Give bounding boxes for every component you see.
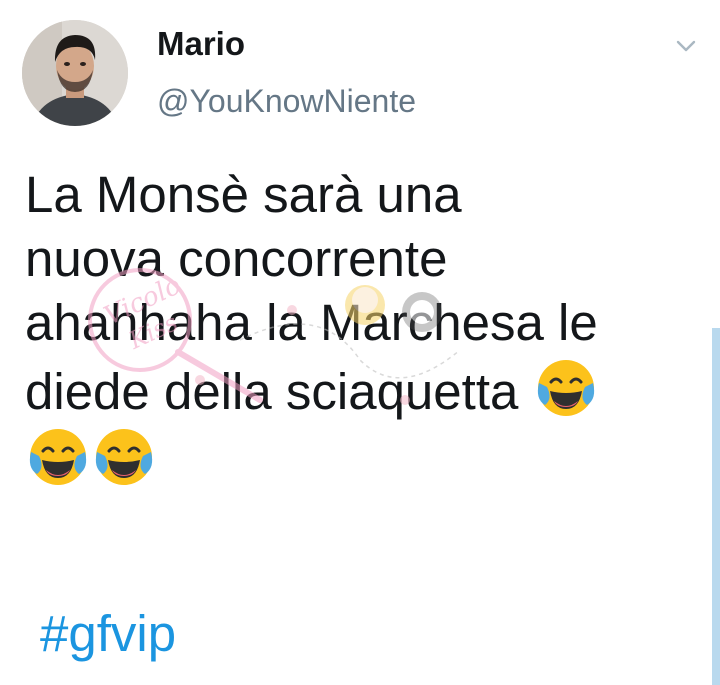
tweet-text: La Monsè sarà una nuova concorrente ahah…: [25, 163, 705, 493]
tweet-text-line: nuova concorrente: [25, 230, 448, 287]
image-edge-border: [712, 328, 720, 685]
hashtag-link[interactable]: #gfvip: [40, 602, 176, 666]
tweet-text-line: diede della sciaquetta: [25, 355, 705, 424]
avatar-photo: [22, 20, 128, 126]
user-handle[interactable]: @YouKnowNiente: [157, 79, 416, 123]
display-name[interactable]: Mario: [157, 22, 245, 66]
avatar[interactable]: [22, 20, 128, 126]
tears-of-joy-emoji-icon: [25, 424, 91, 490]
tweet-text-line: ahahhaha la Marchesa le: [25, 294, 598, 351]
tweet-text-line-content: diede della sciaquetta: [25, 363, 519, 420]
emoji-row: [25, 424, 705, 493]
chevron-down-icon[interactable]: [674, 34, 698, 58]
tweet-text-line: La Monsè sarà una: [25, 166, 462, 223]
tweet-card: Mario @YouKnowNiente La Monsè sarà una n…: [0, 0, 720, 685]
tears-of-joy-emoji-icon: [533, 355, 599, 421]
tears-of-joy-emoji-icon: [91, 424, 157, 490]
